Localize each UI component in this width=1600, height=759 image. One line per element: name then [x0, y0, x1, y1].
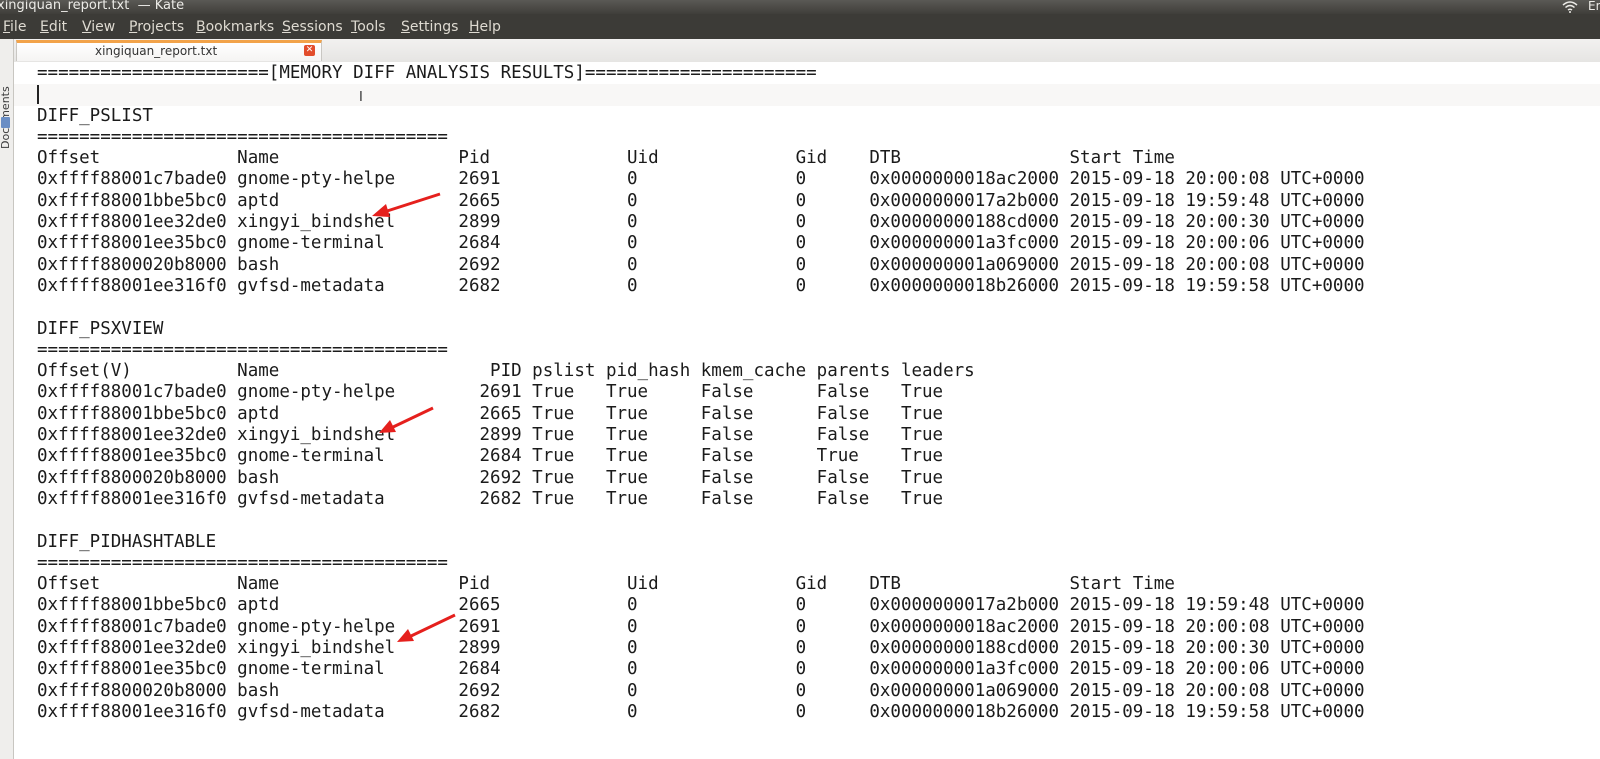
tab-document[interactable]: xingiquan_report.txt ✕ [16, 40, 322, 61]
text-line[interactable]: ======================================= [37, 553, 1365, 574]
tab-label: xingiquan_report.txt [95, 44, 218, 58]
text-line[interactable]: 0xffff88001ee316f0 gvfsd-metadata 2682 T… [37, 489, 1365, 510]
text-line[interactable]: 0xffff88001c7bade0 gnome-pty-helpe 2691 … [37, 617, 1365, 638]
language-indicator[interactable]: En [1588, 0, 1600, 13]
text-line[interactable]: Offset Name Pid Uid Gid DTB Start Time [37, 148, 1365, 169]
text-line[interactable]: 0xffff88001ee35bc0 gnome-terminal 2684 0… [37, 659, 1365, 680]
text-line[interactable]: 0xffff88001ee35bc0 gnome-terminal 2684 0… [37, 233, 1365, 254]
text-line[interactable]: 0xffff88001ee32de0 xingyi_bindshel 2899 … [37, 425, 1365, 446]
text-line[interactable]: ======================================= [37, 340, 1365, 361]
text-line[interactable]: 0xffff8800020b8000 bash 2692 0 0 0x00000… [37, 255, 1365, 276]
menu-help[interactable]: Help [469, 19, 501, 35]
text-line[interactable]: Offset Name Pid Uid Gid DTB Start Time [37, 574, 1365, 595]
text-line[interactable]: 0xffff8800020b8000 bash 2692 True True F… [37, 468, 1365, 489]
document-text[interactable]: ======================[MEMORY DIFF ANALY… [37, 63, 1365, 723]
text-line[interactable]: 0xffff88001ee316f0 gvfsd-metadata 2682 0… [37, 276, 1365, 297]
close-icon[interactable]: ✕ [304, 45, 315, 56]
menu-view[interactable]: View [82, 19, 115, 35]
text-line[interactable]: 0xffff88001bbe5bc0 aptd 2665 True True F… [37, 404, 1365, 425]
text-line[interactable]: DIFF_PIDHASHTABLE [37, 532, 1365, 553]
wifi-icon[interactable] [1562, 1, 1578, 13]
menu-file-rest: ile [10, 19, 27, 35]
text-line[interactable]: 0xffff88001bbe5bc0 aptd 2665 0 0 0x00000… [37, 191, 1365, 212]
text-line[interactable]: 0xffff88001c7bade0 gnome-pty-helpe 2691 … [37, 169, 1365, 190]
arrow-icon [397, 613, 456, 642]
text-line[interactable]: 0xffff88001ee32de0 xingyi_bindshel 2899 … [37, 638, 1365, 659]
menu-tools[interactable]: Tools [351, 19, 386, 35]
arrow-icon [372, 192, 441, 217]
text-line[interactable]: ======================[MEMORY DIFF ANALY… [37, 63, 1365, 84]
text-line[interactable]: ======================================= [37, 127, 1365, 148]
document-icon [1, 117, 10, 128]
text-line[interactable]: 0xffff8800020b8000 bash 2692 0 0 0x00000… [37, 681, 1365, 702]
text-line[interactable]: 0xffff88001c7bade0 gnome-pty-helpe 2691 … [37, 382, 1365, 403]
menu-file[interactable]: File [3, 19, 26, 35]
menu-bar: File Edit View Projects Bookmarks Sessio… [0, 14, 1600, 39]
text-line[interactable]: ​ [37, 510, 1365, 531]
text-line[interactable]: 0xffff88001ee35bc0 gnome-terminal 2684 T… [37, 446, 1365, 467]
menu-projects[interactable]: Projects [129, 19, 184, 35]
menu-settings[interactable]: Settings [401, 19, 458, 35]
text-line[interactable]: Offset(V) Name PID pslist pid_hash kmem_… [37, 361, 1365, 382]
text-line[interactable]: ​ [37, 297, 1365, 318]
menu-bookmarks[interactable]: Bookmarks [196, 19, 274, 35]
text-line[interactable]: DIFF_PSLIST [37, 106, 1365, 127]
arrow-icon [379, 406, 434, 433]
text-line[interactable]: DIFF_PSXVIEW [37, 319, 1365, 340]
menu-sessions[interactable]: Sessions [282, 19, 343, 35]
window-titlebar: xingiquan_report.txt — Kate En [0, 0, 1600, 14]
window-title: xingiquan_report.txt — Kate [0, 0, 185, 13]
text-line[interactable]: 0xffff88001bbe5bc0 aptd 2665 0 0 0x00000… [37, 595, 1365, 616]
text-line[interactable]: ​ [37, 84, 1365, 105]
side-panel[interactable]: Documents [0, 39, 14, 759]
text-line[interactable]: 0xffff88001ee316f0 gvfsd-metadata 2682 0… [37, 702, 1365, 723]
menu-edit[interactable]: Edit [40, 19, 67, 35]
text-line[interactable]: 0xffff88001ee32de0 xingyi_bindshel 2899 … [37, 212, 1365, 233]
